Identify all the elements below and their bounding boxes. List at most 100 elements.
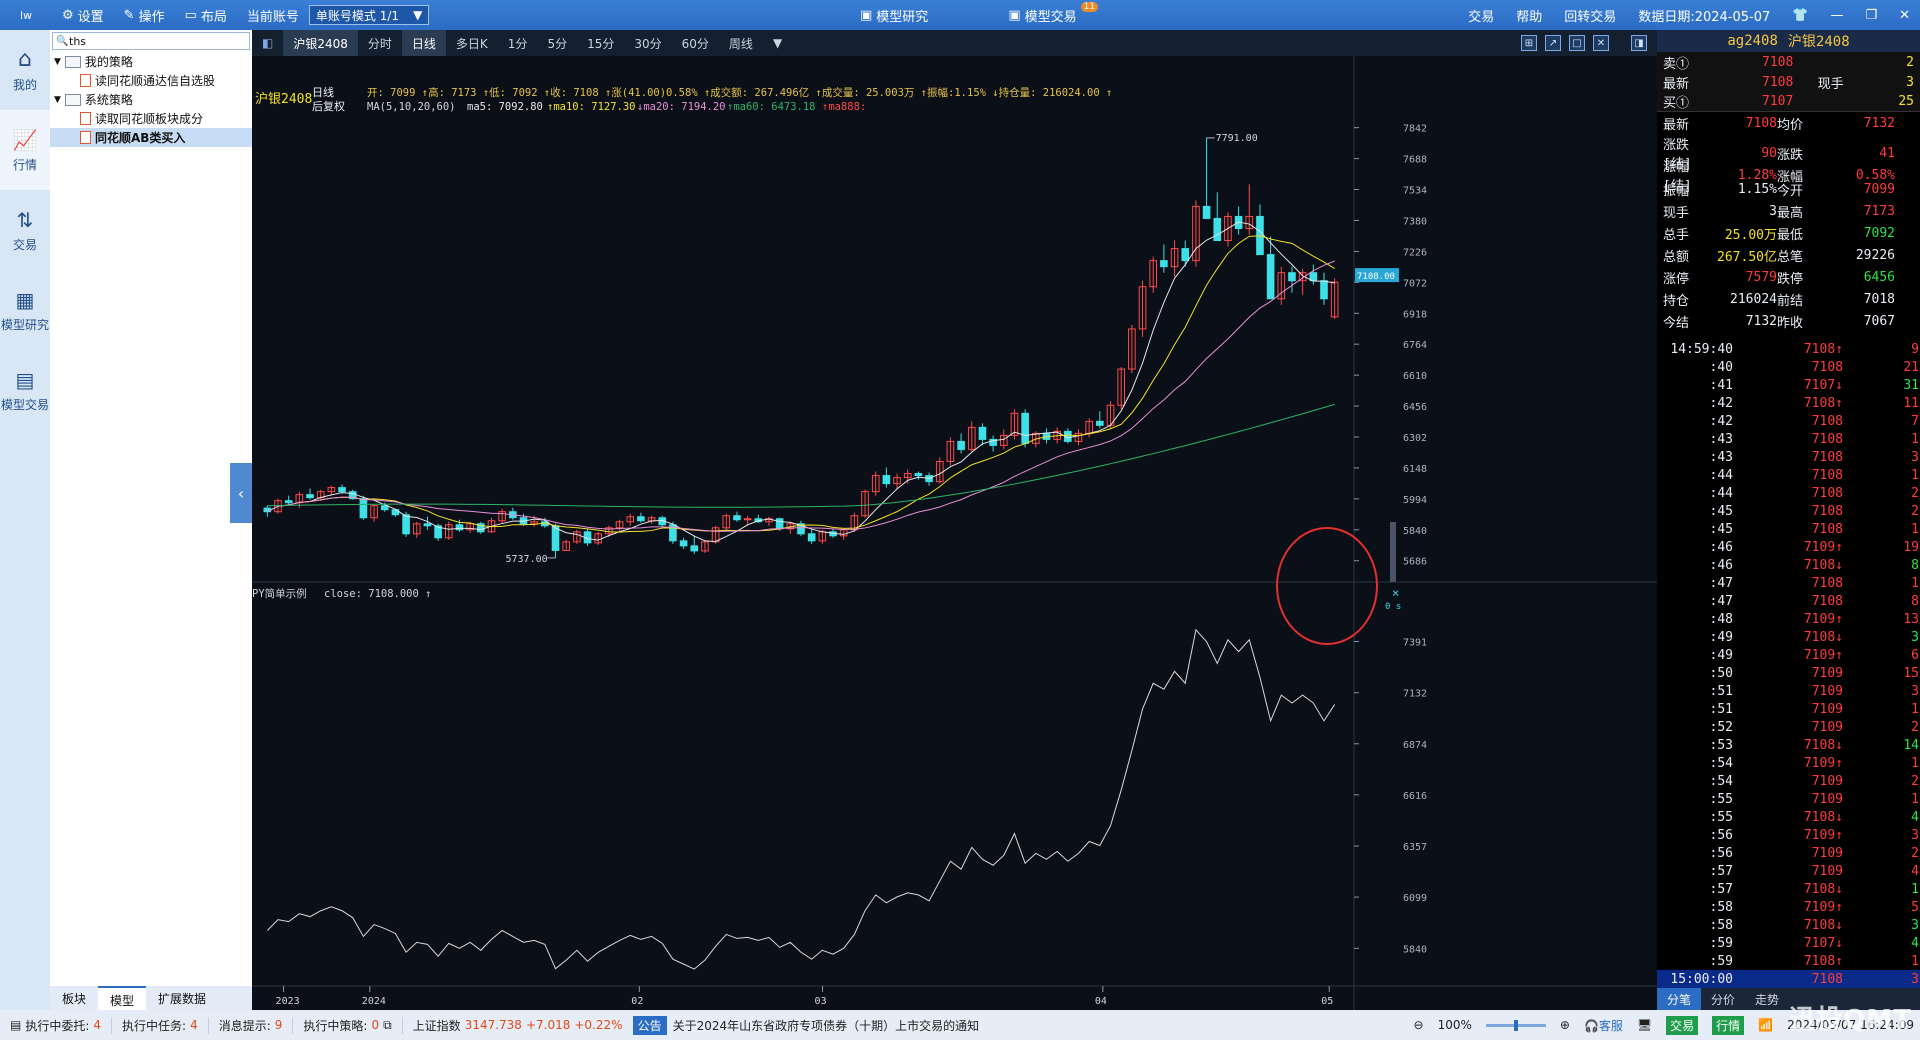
period-dropdown[interactable]: ▼ — [763, 30, 792, 56]
tick-volume: 3 — [1911, 449, 1919, 465]
tick-row: :45 7108 2 — [1657, 502, 1920, 520]
bid1-row[interactable]: 买① 7107 25 — [1657, 92, 1920, 112]
tree-group-system[interactable]: ▼ 系统策略 — [50, 90, 252, 109]
candle-body — [1266, 254, 1275, 300]
zoom-thumb[interactable] — [1513, 1019, 1518, 1031]
nav-item-market[interactable]: 📈 行情 — [0, 110, 50, 190]
tick-price: 7108 — [1811, 467, 1843, 483]
tab-trend[interactable]: 走势 — [1745, 988, 1789, 1010]
tick-volume: 3 — [1911, 683, 1919, 699]
maximize-icon[interactable]: □ — [1569, 35, 1585, 51]
zoom-slider[interactable] — [1485, 1019, 1546, 1031]
tab-model-trade[interactable]: ▣ 模型交易 11 — [998, 2, 1108, 25]
candle-body — [338, 487, 346, 493]
ma60-line — [267, 403, 1335, 508]
nav-item-mine[interactable]: ⌂ 我的 — [0, 30, 50, 110]
right-panel-icon[interactable]: ◨ — [1631, 35, 1647, 51]
tick-volume: 1 — [1911, 467, 1919, 483]
nav-item-trade[interactable]: ⇅ 交易 — [0, 190, 50, 270]
book-label: 最新 — [1663, 76, 1690, 92]
restore-icon[interactable]: ❐ — [1865, 8, 1877, 23]
tab-price-dist[interactable]: 分价 — [1701, 988, 1745, 1010]
pending-orders[interactable]: ▤ 执行中委托: 4 — [0, 1016, 113, 1034]
stat-value: 7099 — [1863, 181, 1895, 197]
tab-extended-data[interactable]: 扩展数据 — [146, 986, 218, 1010]
tick-row: :44 7108 2 — [1657, 484, 1920, 502]
minimize-icon[interactable]: — — [1830, 8, 1843, 23]
market-status-button[interactable]: 行情 — [1712, 1015, 1745, 1035]
tick-time: :40 — [1709, 359, 1733, 375]
settings-button[interactable]: ⚙ 设置 — [52, 6, 114, 25]
sub-y-tick-label: 6357 — [1403, 842, 1427, 853]
menu-help[interactable]: 帮助 — [1516, 6, 1542, 25]
index-ticker[interactable]: 上证指数 3147.738 +7.018 +0.22% — [403, 1017, 633, 1034]
tick-price: 7109↑ — [1803, 755, 1843, 771]
tree-item[interactable]: 读取同花顺板块成分 — [50, 109, 252, 128]
chart-adj: 后复权 — [312, 99, 345, 113]
period-tab[interactable]: 分时 — [358, 30, 402, 56]
strategy-tree-panel: 🔍 ths ▼ 我的策略 读同花顺通达信自选股 ▼ 系统策略 读取同花顺板块成分 同花… — [50, 30, 252, 1010]
tab-model[interactable]: 模型 — [98, 986, 147, 1010]
period-tab[interactable]: 周线 — [719, 30, 763, 56]
period-tab[interactable]: 30分 — [624, 30, 671, 56]
period-tab[interactable]: 5分 — [537, 30, 577, 56]
layout-button[interactable]: ▭ 布局 — [175, 6, 237, 25]
close-icon[interactable]: ✕ — [1899, 8, 1910, 23]
running-strategies[interactable]: 执行中策略: 0 ⧉ — [293, 1016, 403, 1034]
period-tab[interactable]: 1分 — [498, 30, 538, 56]
tick-price: 7108 — [1811, 485, 1843, 501]
shirt-icon[interactable]: 👕 — [1792, 8, 1808, 23]
search-input[interactable]: 🔍 ths — [52, 32, 250, 50]
tick-price: 7108↓ — [1803, 737, 1843, 753]
ohlc-info-line: 开: 7099 ↑高: 7173 ↑低: 7092 ↑收: 7108 ↑涨(41… — [367, 86, 1112, 99]
book-label: 买① — [1663, 96, 1690, 111]
monitor-icon[interactable]: 🖥 — [1637, 1018, 1652, 1032]
zoom-out-icon[interactable]: ⊖ — [1414, 1018, 1424, 1032]
nav-item-model-trade[interactable]: ▤ 模型交易 — [0, 350, 50, 430]
period-tab[interactable]: 多日K — [446, 30, 498, 56]
tree-group-my[interactable]: ▼ 我的策略 — [50, 52, 252, 71]
tab-ticks[interactable]: 分笔 — [1657, 988, 1702, 1010]
candlestick-chart[interactable]: 沪银2408 日线 后复权 开: 7099 ↑高: 7173 ↑低: 7092 … — [252, 56, 1657, 1010]
close-chart-icon[interactable]: ✕ — [1593, 35, 1609, 51]
close-line — [266, 628, 1336, 970]
account-mode-select[interactable]: 单账号模式 1/1 ▼ — [308, 5, 430, 25]
stat-label: 均价 — [1777, 117, 1804, 133]
sub-y-tick-label: 5840 — [1403, 944, 1427, 955]
tab-model-research[interactable]: ▣ 模型研究 — [850, 6, 938, 25]
operate-button[interactable]: ✎ 操作 — [114, 6, 175, 25]
zoom-in-icon[interactable]: ⊕ — [1560, 1018, 1570, 1032]
menu-turnover-trade[interactable]: 回转交易 — [1564, 6, 1616, 25]
nav-item-model-research[interactable]: ▦ 模型研究 — [0, 270, 50, 350]
collapse-panel-button[interactable]: ‹ — [230, 463, 252, 523]
pending-tasks[interactable]: 执行中任务: 4 — [112, 1016, 209, 1034]
scroll-handle[interactable] — [1390, 522, 1396, 582]
tree-item[interactable]: 读同花顺通达信自选股 — [50, 71, 252, 90]
sub-chart-timer: 0 s — [1385, 602, 1401, 612]
sub-chart-close-button[interactable]: × — [1392, 586, 1399, 600]
tick-row: :56 7109 2 — [1657, 844, 1920, 862]
service-button[interactable]: 🎧客服 — [1584, 1017, 1623, 1034]
x-tick-label: 2024 — [362, 996, 386, 1007]
tick-price: 7109 — [1811, 863, 1843, 879]
popout-icon[interactable]: ↗ — [1545, 35, 1561, 51]
messages[interactable]: 消息提示: 9 — [209, 1016, 294, 1034]
tick-row: :59 7107↓ 4 — [1657, 934, 1920, 952]
stat-label: 昨收 — [1777, 315, 1804, 331]
folder-icon — [64, 55, 81, 68]
period-tab[interactable]: 60分 — [672, 30, 719, 56]
menu-trade[interactable]: 交易 — [1468, 6, 1494, 25]
trade-status-button[interactable]: 交易 — [1666, 1015, 1699, 1035]
split-icon[interactable]: ⊞ — [1521, 35, 1537, 51]
symbol-tab[interactable]: 沪银2408 — [283, 30, 358, 56]
tree-item-selected[interactable]: 同花顺AB类买入 — [50, 128, 252, 147]
sidebar-toggle-button[interactable]: ◧ — [252, 30, 283, 56]
period-tab-active[interactable]: 日线 — [401, 30, 446, 56]
period-tab[interactable]: 15分 — [577, 30, 624, 56]
tab-block[interactable]: 板块 — [50, 986, 98, 1010]
stat-label: 前结 — [1777, 293, 1804, 309]
ask1-row[interactable]: 卖① 7108 2 — [1657, 52, 1920, 72]
tick-volume: 1 — [1911, 521, 1919, 537]
tick-volume: 3 — [1911, 971, 1919, 987]
notice-text[interactable]: 关于2024年山东省政府专项债券（十期）上市交易的通知 — [673, 1017, 980, 1034]
